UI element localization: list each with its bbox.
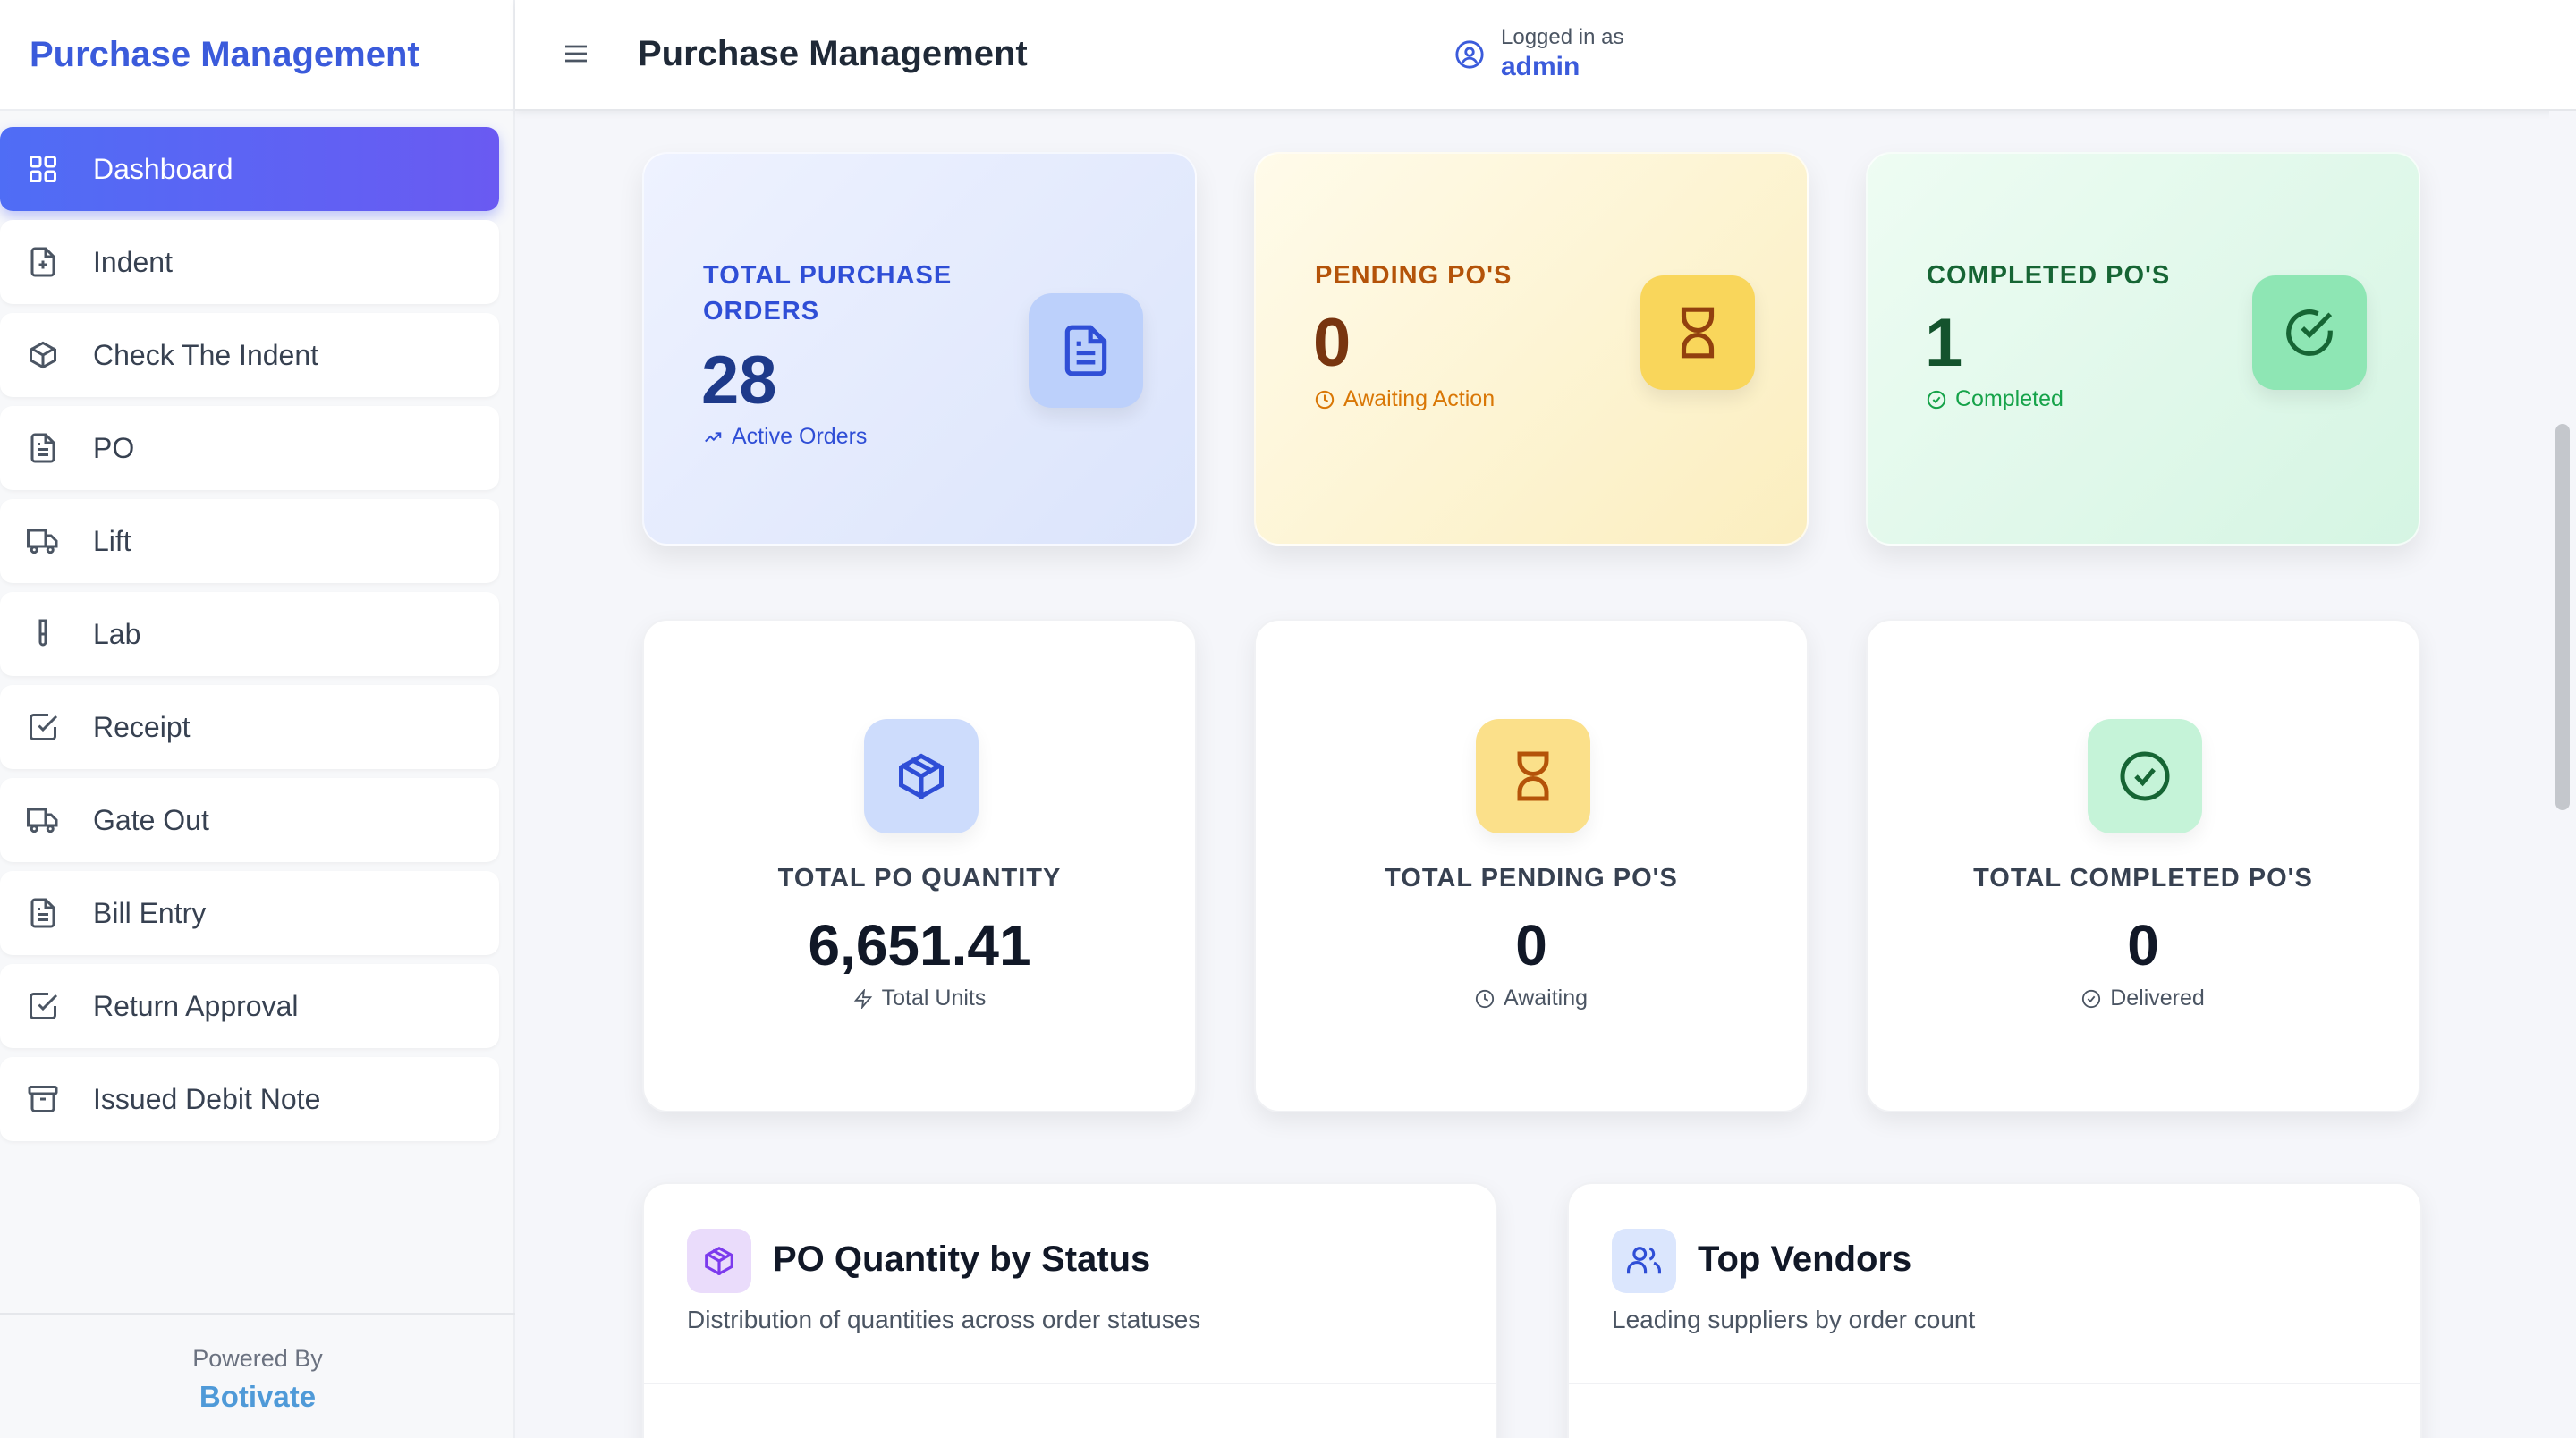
dashboard-grid-icon <box>27 153 59 185</box>
test-tube-icon <box>27 618 59 650</box>
sidebar: Purchase Management Dashboard Indent Che… <box>0 0 515 1438</box>
stat-subtext: Completed <box>1927 386 2063 412</box>
check-square-icon <box>27 990 59 1022</box>
truck-icon <box>27 804 59 836</box>
summary-card-total-pending-pos: TOTAL PENDING PO'S 0 Awaiting <box>1254 619 1809 1112</box>
clock-icon <box>1315 390 1335 410</box>
check-circle-icon <box>1927 390 1946 410</box>
panel-divider <box>644 1383 1496 1384</box>
sidebar-item-indent[interactable]: Indent <box>0 220 499 304</box>
stat-label: COMPLETED PO'S <box>1927 261 2171 290</box>
package-icon <box>27 339 59 371</box>
summary-value: 0 <box>2127 913 2159 977</box>
summary-subtext-label: Total Units <box>881 985 987 1011</box>
scrollbar-thumb[interactable] <box>2555 424 2570 810</box>
summary-value: 0 <box>1515 913 1547 977</box>
sidebar-item-label: Dashboard <box>93 152 233 185</box>
summary-subtext-label: Awaiting <box>1503 985 1589 1011</box>
panel-subtitle: Distribution of quantities across order … <box>687 1306 1201 1333</box>
package-icon <box>687 1229 751 1293</box>
check-square-icon <box>27 711 59 743</box>
logged-in-label: Logged in as <box>1501 25 1624 49</box>
sidebar-item-po[interactable]: PO <box>0 406 499 490</box>
sidebar-item-label: Bill Entry <box>93 896 207 929</box>
clock-icon <box>1475 989 1495 1009</box>
check-circle-icon <box>2088 719 2202 833</box>
stat-subtext-label: Completed <box>1955 386 2063 411</box>
sidebar-item-lab[interactable]: Lab <box>0 592 499 676</box>
stat-card-total-purchase-orders: TOTAL PURCHASE ORDERS 28 Active Orders <box>642 152 1197 546</box>
document-icon <box>27 897 59 929</box>
summary-value: 6,651.41 <box>808 913 1031 977</box>
sidebar-item-label: Indent <box>93 245 173 278</box>
sidebar-item-label: Return Approval <box>93 989 299 1022</box>
document-icon <box>27 432 59 464</box>
sidebar-item-gate-out[interactable]: Gate Out <box>0 778 499 862</box>
document-icon <box>1029 293 1143 408</box>
sidebar-item-label: Lab <box>93 617 141 650</box>
sidebar-item-label: Receipt <box>93 710 191 743</box>
sidebar-item-label: PO <box>93 431 135 464</box>
top-header: Purchase Management Logged in as admin <box>515 0 2576 111</box>
sidebar-item-bill-entry[interactable]: Bill Entry <box>0 871 499 955</box>
summary-label: TOTAL COMPLETED PO'S <box>1973 864 2313 892</box>
panel-title: PO Quantity by Status <box>773 1239 1151 1279</box>
hourglass-icon <box>1476 719 1590 833</box>
archive-icon <box>27 1083 59 1115</box>
stat-label: PENDING PO'S <box>1315 261 1513 290</box>
stat-value: 0 <box>1313 305 1352 381</box>
sidebar-item-check-the-indent[interactable]: Check The Indent <box>0 313 499 397</box>
brand-title: Purchase Management <box>0 0 513 111</box>
summary-card-total-completed-pos: TOTAL COMPLETED PO'S 0 Delivered <box>1866 619 2420 1112</box>
summary-label: TOTAL PENDING PO'S <box>1385 864 1678 892</box>
hamburger-menu-icon[interactable] <box>562 39 590 68</box>
panel-top-vendors: Top Vendors Leading suppliers by order c… <box>1567 1182 2422 1438</box>
summary-subtext: Total Units <box>644 985 1195 1011</box>
trending-up-icon <box>703 427 723 447</box>
check-circle-icon <box>2252 275 2367 390</box>
sidebar-footer: Powered By Botivate <box>0 1313 515 1438</box>
summary-subtext: Delivered <box>1868 985 2419 1011</box>
stat-subtext-label: Awaiting Action <box>1343 386 1496 411</box>
sidebar-item-label: Check The Indent <box>93 338 319 371</box>
package-icon <box>864 719 979 833</box>
summary-card-total-po-quantity: TOTAL PO QUANTITY 6,651.41 Total Units <box>642 619 1197 1112</box>
stat-value: 28 <box>701 343 777 419</box>
hourglass-icon <box>1640 275 1755 390</box>
users-icon <box>1612 1229 1676 1293</box>
panel-subtitle: Leading suppliers by order count <box>1612 1306 1976 1333</box>
page-title: Purchase Management <box>638 34 1028 73</box>
sidebar-item-dashboard[interactable]: Dashboard <box>0 127 499 211</box>
powered-by-label: Powered By <box>192 1345 323 1372</box>
check-circle-icon <box>2081 989 2101 1009</box>
panel-po-quantity-by-status: PO Quantity by Status Distribution of qu… <box>642 1182 1497 1438</box>
sidebar-item-lift[interactable]: Lift <box>0 499 499 583</box>
stat-card-pending-pos: PENDING PO'S 0 Awaiting Action <box>1254 152 1809 546</box>
stat-card-completed-pos: COMPLETED PO'S 1 Completed <box>1866 152 2420 546</box>
sidebar-item-issued-debit-note[interactable]: Issued Debit Note <box>0 1057 499 1141</box>
sidebar-item-label: Issued Debit Note <box>93 1082 321 1115</box>
sidebar-item-return-approval[interactable]: Return Approval <box>0 964 499 1048</box>
stat-value: 1 <box>1925 305 1963 381</box>
lightning-icon <box>853 988 873 1009</box>
user-circle-icon <box>1454 39 1485 70</box>
panel-title: Top Vendors <box>1698 1239 1912 1279</box>
stat-subtext-label: Active Orders <box>732 424 868 449</box>
stat-label: TOTAL PURCHASE ORDERS <box>703 261 953 326</box>
summary-subtext-label: Delivered <box>2110 985 2205 1011</box>
panel-divider <box>1569 1383 2420 1384</box>
sidebar-item-receipt[interactable]: Receipt <box>0 685 499 769</box>
truck-icon <box>27 525 59 557</box>
summary-subtext: Awaiting <box>1256 985 1807 1011</box>
sidebar-item-label: Gate Out <box>93 803 209 836</box>
company-link[interactable]: Botivate <box>0 1380 515 1414</box>
stat-subtext: Active Orders <box>703 424 867 450</box>
file-plus-icon <box>27 246 59 278</box>
stat-subtext: Awaiting Action <box>1315 386 1495 412</box>
username-link[interactable]: admin <box>1501 52 1580 82</box>
sidebar-item-label: Lift <box>93 524 131 557</box>
sidebar-nav: Dashboard Indent Check The Indent PO Lif… <box>0 111 513 1141</box>
summary-label: TOTAL PO QUANTITY <box>777 864 1062 892</box>
